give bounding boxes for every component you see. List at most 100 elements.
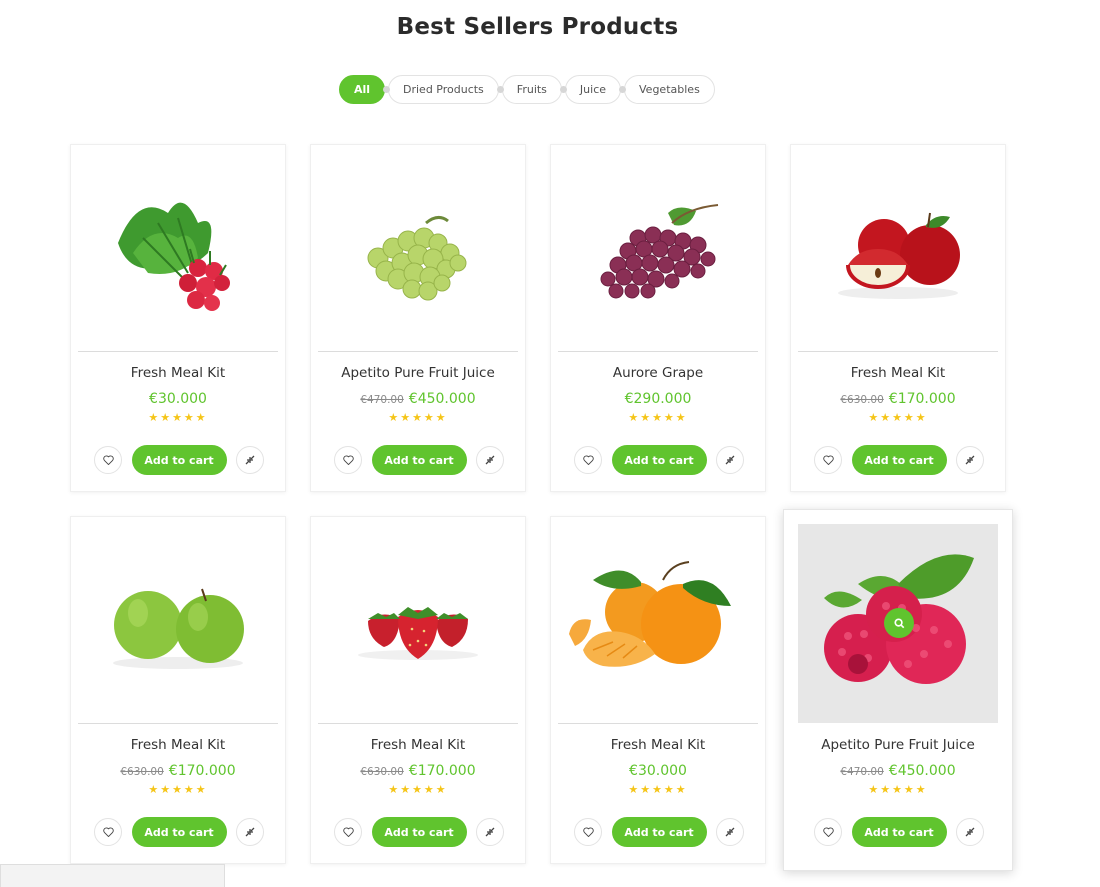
old-price: €470.00: [360, 394, 404, 406]
add-to-cart-button[interactable]: Add to cart: [611, 817, 707, 847]
old-price: €630.00: [120, 766, 164, 778]
filter-dried-products[interactable]: Dried Products: [388, 75, 499, 104]
old-price: €630.00: [360, 766, 404, 778]
product-card[interactable]: Fresh Meal Kit €30.000 ★★★★★ Add to cart: [70, 144, 286, 492]
add-to-cart-button[interactable]: Add to cart: [611, 445, 707, 475]
current-price: €450.000: [408, 391, 476, 407]
rating-stars: ★★★★★: [868, 783, 928, 796]
card-divider: [318, 723, 518, 724]
filter-vegetables[interactable]: Vegetables: [624, 75, 715, 104]
product-image-green-apples[interactable]: [78, 527, 278, 723]
product-actions: Add to cart: [814, 817, 984, 847]
product-filter-tabs: All Dried Products Fruits Juice Vegetabl…: [339, 75, 715, 104]
add-to-cart-button[interactable]: Add to cart: [371, 817, 467, 847]
product-name[interactable]: Aurore Grape: [551, 365, 765, 381]
add-to-cart-button[interactable]: Add to cart: [851, 445, 947, 475]
filter-separator: [383, 86, 390, 93]
compare-icon: [245, 455, 255, 465]
rating-stars: ★★★★★: [628, 411, 688, 424]
compare-button[interactable]: [956, 818, 984, 846]
compare-button[interactable]: [956, 446, 984, 474]
wishlist-button[interactable]: [814, 818, 842, 846]
filter-juice[interactable]: Juice: [564, 75, 622, 104]
current-price: €30.000: [149, 391, 207, 407]
compare-icon: [245, 827, 255, 837]
wishlist-button[interactable]: [334, 818, 362, 846]
wishlist-button[interactable]: [814, 446, 842, 474]
product-card[interactable]: Fresh Meal Kit €630.00 €170.000 ★★★★★ Add…: [790, 144, 1006, 492]
product-card-hovered[interactable]: Apetito Pure Fruit Juice €470.00 €450.000…: [783, 509, 1013, 871]
product-card[interactable]: Fresh Meal Kit €630.00 €170.000 ★★★★★ Add…: [70, 516, 286, 864]
wishlist-button[interactable]: [94, 818, 122, 846]
current-price: €170.000: [408, 763, 476, 779]
product-actions: Add to cart: [334, 445, 504, 475]
product-actions: Add to cart: [574, 817, 744, 847]
compare-icon: [965, 455, 975, 465]
wishlist-button[interactable]: [574, 446, 602, 474]
compare-button[interactable]: [716, 818, 744, 846]
product-actions: Add to cart: [94, 445, 264, 475]
product-name[interactable]: Fresh Meal Kit: [71, 365, 285, 381]
product-card[interactable]: Aurore Grape €290.000 ★★★★★ Add to cart: [550, 144, 766, 492]
product-name[interactable]: Fresh Meal Kit: [311, 737, 525, 753]
card-divider: [318, 351, 518, 352]
compare-button[interactable]: [716, 446, 744, 474]
product-name[interactable]: Apetito Pure Fruit Juice: [311, 365, 525, 381]
heart-icon: [102, 455, 114, 465]
heart-icon: [822, 455, 834, 465]
product-card[interactable]: Fresh Meal Kit €30.000 ★★★★★ Add to cart: [550, 516, 766, 864]
rating-stars: ★★★★★: [148, 411, 208, 424]
product-card[interactable]: Fresh Meal Kit €630.00 €170.000 ★★★★★ Add…: [310, 516, 526, 864]
add-to-cart-button[interactable]: Add to cart: [371, 445, 467, 475]
add-to-cart-button[interactable]: Add to cart: [131, 817, 227, 847]
product-image-red-apples[interactable]: [798, 155, 998, 351]
product-name[interactable]: Apetito Pure Fruit Juice: [784, 737, 1012, 753]
product-image-green-grapes[interactable]: [318, 155, 518, 351]
current-price: €450.000: [888, 763, 956, 779]
heart-icon: [582, 827, 594, 837]
old-price: €630.00: [840, 394, 884, 406]
current-price: €290.000: [624, 391, 692, 407]
wishlist-button[interactable]: [574, 818, 602, 846]
product-image-strawberries[interactable]: [318, 527, 518, 723]
rating-stars: ★★★★★: [628, 783, 688, 796]
filter-separator: [619, 86, 627, 93]
product-actions: Add to cart: [334, 817, 504, 847]
compare-button[interactable]: [236, 446, 264, 474]
wishlist-button[interactable]: [94, 446, 122, 474]
compare-button[interactable]: [476, 446, 504, 474]
card-divider: [78, 723, 278, 724]
current-price: €170.000: [888, 391, 956, 407]
product-image-oranges[interactable]: [558, 527, 758, 723]
compare-icon: [725, 827, 735, 837]
wishlist-button[interactable]: [334, 446, 362, 474]
product-price: €30.000: [71, 388, 285, 407]
add-to-cart-button[interactable]: Add to cart: [131, 445, 227, 475]
compare-icon: [485, 455, 495, 465]
filter-all[interactable]: All: [339, 75, 385, 104]
bottom-panel-tab[interactable]: [0, 864, 225, 887]
product-price: €630.00 €170.000: [71, 760, 285, 779]
product-name[interactable]: Fresh Meal Kit: [551, 737, 765, 753]
rating-stars: ★★★★★: [868, 411, 928, 424]
add-to-cart-button[interactable]: Add to cart: [851, 817, 947, 847]
product-image-red-grapes[interactable]: [558, 155, 758, 351]
compare-button[interactable]: [236, 818, 264, 846]
search-icon: [893, 617, 904, 628]
current-price: €170.000: [168, 763, 236, 779]
heart-icon: [822, 827, 834, 837]
filter-fruits[interactable]: Fruits: [501, 75, 562, 104]
compare-icon: [965, 827, 975, 837]
product-name[interactable]: Fresh Meal Kit: [71, 737, 285, 753]
quick-view-button[interactable]: [884, 608, 914, 638]
compare-icon: [725, 455, 735, 465]
product-price: €470.00 €450.000: [784, 760, 1012, 779]
card-divider: [78, 351, 278, 352]
filter-separator: [559, 86, 567, 93]
product-image-radish[interactable]: [78, 155, 278, 351]
product-name[interactable]: Fresh Meal Kit: [791, 365, 1005, 381]
product-price: €290.000: [551, 388, 765, 407]
compare-button[interactable]: [476, 818, 504, 846]
old-price: €470.00: [840, 766, 884, 778]
product-card[interactable]: Apetito Pure Fruit Juice €470.00 €450.000…: [310, 144, 526, 492]
